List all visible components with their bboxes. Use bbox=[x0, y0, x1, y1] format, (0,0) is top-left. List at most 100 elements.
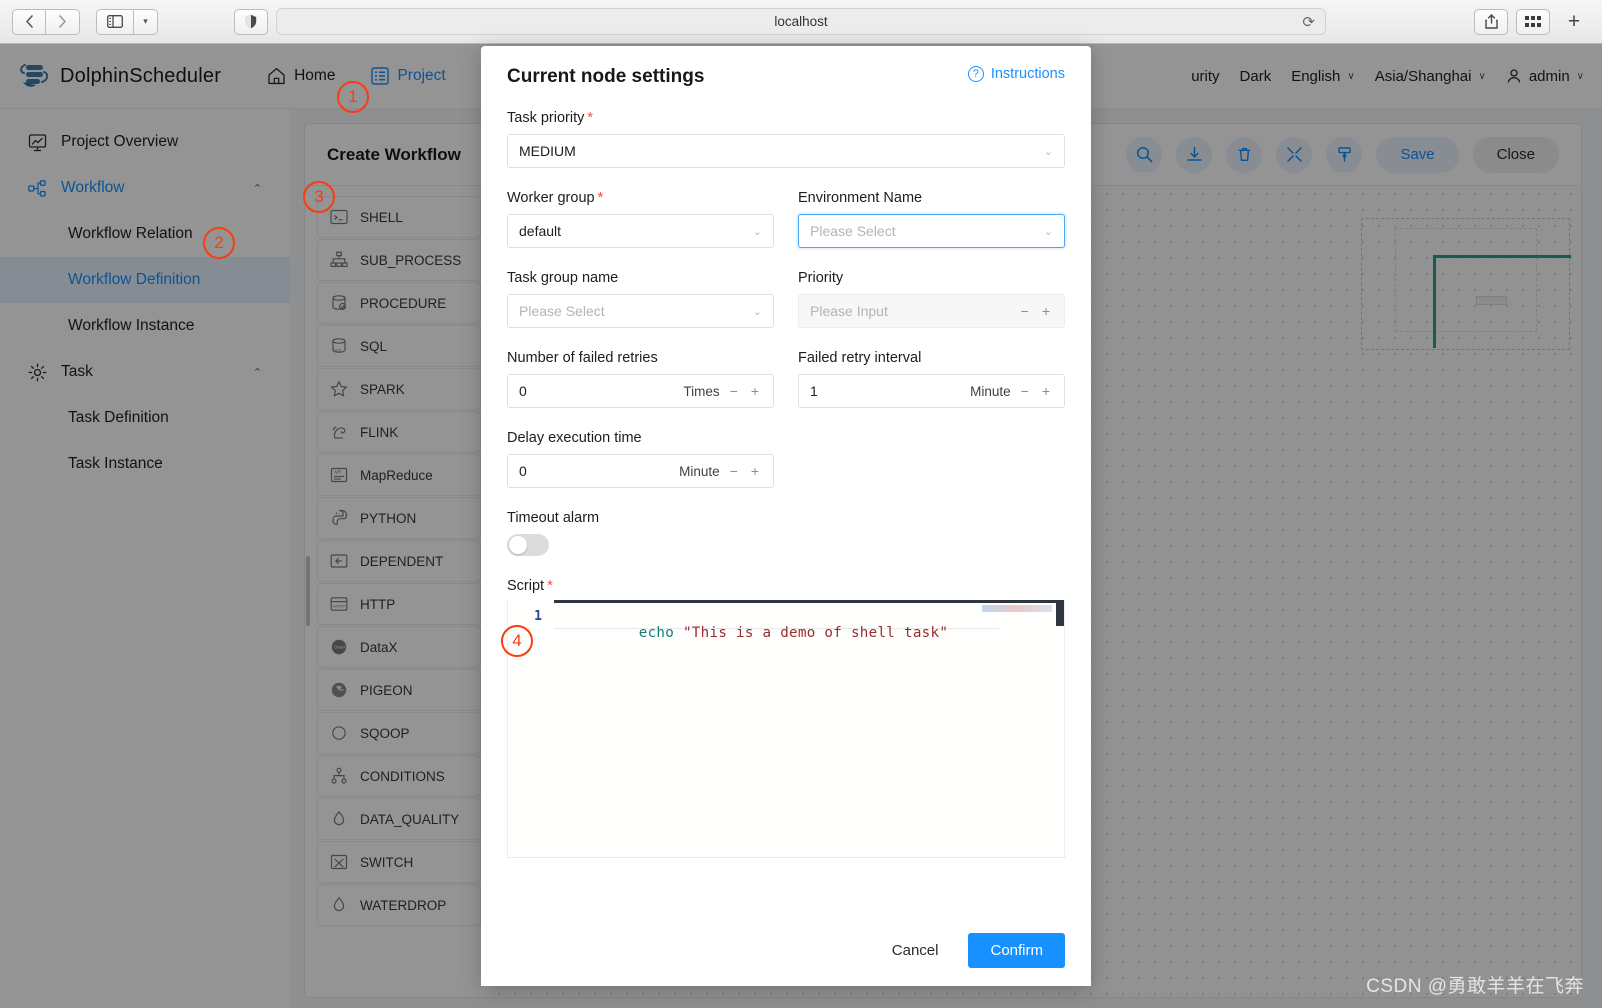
step-marker-2: 2 bbox=[203, 227, 235, 259]
delay-execution-time-field: Delay execution time 0 Minute − + bbox=[507, 408, 774, 488]
chevron-down-icon: ⌄ bbox=[752, 225, 762, 238]
tab-overview-icon bbox=[1525, 15, 1541, 27]
priority-placeholder: Please Input bbox=[810, 303, 888, 319]
task-group-name-select[interactable]: Please Select ⌄ bbox=[507, 294, 774, 328]
chevron-down-icon: ⌄ bbox=[752, 305, 762, 318]
stepper-increment-icon[interactable]: + bbox=[1042, 383, 1053, 399]
failed-retry-interval-unit: Minute bbox=[970, 383, 1011, 399]
task-priority-value: MEDIUM bbox=[519, 143, 576, 159]
chevron-down-icon: ⌄ bbox=[1043, 145, 1053, 158]
worker-group-value: default bbox=[519, 223, 562, 239]
confirm-button[interactable]: Confirm bbox=[968, 932, 1065, 968]
chevron-down-icon: ▾ bbox=[143, 16, 148, 26]
back-button[interactable] bbox=[12, 8, 46, 35]
timeout-alarm-label: Timeout alarm bbox=[507, 510, 600, 526]
failed-retry-interval-label: Failed retry interval bbox=[798, 350, 922, 366]
dialog-header: Current node settings ? Instructions bbox=[481, 46, 1091, 88]
retries-row: Number of failed retries 0 Times − + Fai… bbox=[507, 328, 1065, 408]
taskgroup-priority-row: Task group name Please Select ⌄ Priority… bbox=[507, 248, 1065, 328]
environment-name-field: Environment Name Please Select ⌄ bbox=[798, 168, 1065, 248]
failed-retry-interval-value: 1 bbox=[810, 383, 818, 399]
delay-execution-time-value: 0 bbox=[519, 463, 527, 479]
label-text: Task priority bbox=[507, 110, 585, 126]
script-code-editor[interactable]: 1 echo "This is a demo of shell task" bbox=[507, 600, 1065, 858]
delay-execution-time-stepper[interactable]: 0 Minute − + bbox=[507, 454, 774, 488]
stepper-decrement-icon[interactable]: − bbox=[730, 463, 741, 479]
priority-label: Priority bbox=[798, 270, 844, 286]
label-text: Script bbox=[507, 578, 545, 594]
environment-name-placeholder: Please Select bbox=[810, 223, 896, 239]
stepper-decrement-icon[interactable]: − bbox=[1021, 303, 1032, 319]
failed-retry-interval-stepper[interactable]: 1 Minute − + bbox=[798, 374, 1065, 408]
sidebar-toggle-button[interactable] bbox=[96, 8, 134, 35]
code-keyword: echo bbox=[638, 625, 675, 641]
task-group-name-placeholder: Please Select bbox=[519, 303, 605, 319]
sidebar-dropdown-button[interactable]: ▾ bbox=[134, 8, 158, 35]
worker-env-row: Worker group * default ⌄ Environment Name… bbox=[507, 168, 1065, 248]
tab-overview-button[interactable] bbox=[1516, 8, 1550, 35]
instructions-link[interactable]: ? Instructions bbox=[967, 66, 1065, 82]
failed-retry-interval-field: Failed retry interval 1 Minute − + bbox=[798, 328, 1065, 408]
stepper-increment-icon[interactable]: + bbox=[751, 383, 762, 399]
cancel-button[interactable]: Cancel bbox=[878, 934, 953, 967]
priority-field: Priority Please Input − + bbox=[798, 248, 1065, 328]
stepper-decrement-icon[interactable]: − bbox=[730, 383, 741, 399]
instructions-label: Instructions bbox=[990, 66, 1065, 82]
worker-group-label: Worker group * bbox=[507, 190, 774, 206]
editor-minimap bbox=[982, 605, 1052, 612]
privacy-report-button[interactable] bbox=[234, 8, 268, 35]
delay-row: Delay execution time 0 Minute − + bbox=[507, 408, 1065, 488]
editor-top-bar bbox=[508, 600, 1064, 603]
failed-retries-unit: Times bbox=[683, 383, 720, 399]
stepper-decrement-icon[interactable]: − bbox=[1021, 383, 1032, 399]
forward-button[interactable] bbox=[46, 8, 80, 35]
chrome-right-buttons: + bbox=[1474, 8, 1590, 35]
failed-retries-field: Number of failed retries 0 Times − + bbox=[507, 328, 774, 408]
sidebar-toggle-group: ▾ bbox=[96, 8, 158, 35]
toggle-knob bbox=[509, 536, 527, 554]
stepper-increment-icon[interactable]: + bbox=[1042, 303, 1053, 319]
failed-retries-label: Number of failed retries bbox=[507, 350, 658, 366]
share-icon bbox=[1484, 14, 1498, 29]
chevron-down-icon: ⌄ bbox=[1043, 225, 1053, 238]
watermark: CSDN @勇敢羊羊在飞奔 bbox=[1366, 976, 1584, 997]
task-priority-label: Task priority * bbox=[507, 110, 1065, 126]
dialog-title: Current node settings bbox=[507, 66, 705, 87]
worker-group-select[interactable]: default ⌄ bbox=[507, 214, 774, 248]
priority-stepper[interactable]: Please Input − + bbox=[798, 294, 1065, 328]
editor-scrollbar[interactable] bbox=[1056, 600, 1064, 626]
step-marker-1: 1 bbox=[337, 81, 369, 113]
timeout-alarm-toggle[interactable] bbox=[507, 534, 549, 556]
required-asterisk: * bbox=[597, 190, 604, 206]
browser-chrome: ▾ localhost ⟳ + bbox=[0, 0, 1602, 44]
script-code-line: echo "This is a demo of shell task" bbox=[568, 609, 948, 657]
task-group-name-field: Task group name Please Select ⌄ bbox=[507, 248, 774, 328]
url-text: localhost bbox=[774, 14, 828, 29]
dialog-body: Task priority * MEDIUM ⌄ Worker group * de… bbox=[481, 88, 1091, 914]
required-asterisk: * bbox=[547, 578, 553, 594]
worker-group-field: Worker group * default ⌄ bbox=[507, 168, 774, 248]
reload-icon[interactable]: ⟳ bbox=[1302, 13, 1315, 31]
task-group-name-label: Task group name bbox=[507, 270, 619, 286]
step-marker-4: 4 bbox=[501, 625, 533, 657]
delay-execution-time-unit: Minute bbox=[679, 463, 720, 479]
task-priority-select[interactable]: MEDIUM ⌄ bbox=[507, 134, 1065, 168]
failed-retries-value: 0 bbox=[519, 383, 527, 399]
share-button[interactable] bbox=[1474, 8, 1508, 35]
failed-retries-stepper[interactable]: 0 Times − + bbox=[507, 374, 774, 408]
dialog-footer: Cancel Confirm bbox=[481, 914, 1091, 986]
browser-nav-buttons bbox=[12, 8, 80, 35]
privacy-shield-icon bbox=[245, 14, 257, 29]
new-tab-button[interactable]: + bbox=[1558, 10, 1590, 34]
label-text: Worker group bbox=[507, 190, 595, 206]
delay-execution-time-label: Delay execution time bbox=[507, 430, 642, 446]
required-asterisk: * bbox=[587, 110, 594, 126]
chevron-left-icon bbox=[25, 15, 33, 28]
stepper-increment-icon[interactable]: + bbox=[751, 463, 762, 479]
code-string: "This is a demo of shell task" bbox=[682, 625, 949, 641]
script-label: Script * bbox=[507, 578, 1065, 594]
environment-name-select[interactable]: Please Select ⌄ bbox=[798, 214, 1065, 248]
sidebar-toggle-icon bbox=[107, 15, 123, 28]
question-mark-icon: ? bbox=[967, 66, 984, 82]
address-bar[interactable]: localhost ⟳ bbox=[276, 8, 1326, 35]
